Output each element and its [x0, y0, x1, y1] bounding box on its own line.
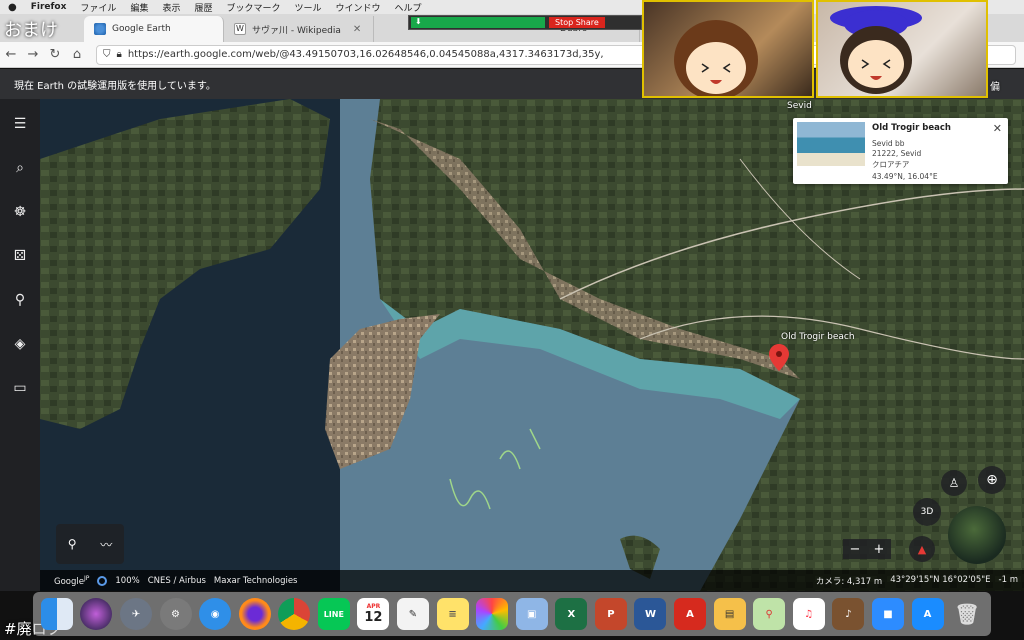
url-text: https://earth.google.com/web/@43.4915070… — [127, 49, 604, 60]
card-address-line3: クロアチア — [872, 160, 910, 169]
place-mark-icon[interactable]: ⚲ — [68, 537, 77, 551]
my-places-icon[interactable]: ⚲ — [9, 289, 31, 311]
zoom-controls: − + — [843, 539, 891, 559]
path-icon[interactable]: 〰 — [100, 536, 112, 553]
zoom-share-indicator[interactable]: ⬇ — [411, 17, 545, 28]
finder-icon[interactable] — [40, 598, 73, 630]
compass-icon[interactable]: ▲ — [909, 536, 935, 562]
forward-icon[interactable]: → — [22, 44, 44, 66]
trash-icon[interactable]: 🗑︎ — [951, 598, 983, 630]
credit-maxar: Maxar Technologies — [213, 575, 298, 586]
bottom-left-tools: ⚲ 〰 — [56, 524, 124, 564]
card-title: Old Trogir beach — [872, 123, 951, 133]
tab-google-earth[interactable]: Google Earth — [84, 16, 224, 42]
notes-icon[interactable]: ≡ — [436, 598, 469, 630]
voyager-icon[interactable]: ☸ — [9, 201, 31, 223]
line-icon[interactable]: LINE — [317, 598, 350, 630]
reload-icon[interactable]: ↻ — [44, 44, 66, 66]
menu-tools[interactable]: ツール — [295, 1, 322, 14]
menu-icon[interactable]: ☰ — [9, 113, 31, 135]
close-icon[interactable]: ✕ — [993, 122, 1002, 135]
lock-icon: 🔒︎ — [116, 49, 122, 60]
card-coords: 43.49°N, 16.04°E — [872, 172, 938, 181]
measure-icon[interactable]: ▭ — [9, 377, 31, 399]
menubar-app-name[interactable]: Firefox — [31, 2, 67, 12]
menu-edit[interactable]: 編集 — [130, 1, 148, 14]
menu-view[interactable]: 表示 — [162, 1, 180, 14]
keynote-icon[interactable]: ▤ — [713, 598, 746, 630]
word-icon[interactable]: W — [634, 598, 667, 630]
stop-share-button[interactable]: Stop Share — [549, 17, 605, 28]
zoom-share-bar: ⬇ Stop Share — [408, 15, 642, 30]
google-logo: GoogleJP — [54, 574, 90, 587]
tab-wikipedia[interactable]: W サヴァ川 - Wikipedia ✕ — [224, 16, 374, 42]
apple-icon[interactable]: ● — [8, 2, 17, 13]
launchpad-icon[interactable]: ✈ — [119, 598, 152, 630]
garageband-icon[interactable]: ♪ — [832, 598, 865, 630]
textedit-icon[interactable]: ✎ — [396, 598, 429, 630]
map-style-icon[interactable]: ◈ — [9, 333, 31, 355]
calendar-icon[interactable]: APR 12 — [357, 598, 390, 630]
firefox-icon[interactable] — [238, 598, 271, 630]
photos-icon[interactable] — [476, 598, 509, 630]
home-icon[interactable]: ⌂ — [66, 44, 88, 66]
map-statusbar: GoogleJP 100% CNES / Airbus Maxar Techno… — [40, 570, 1024, 591]
webcam-tile-2 — [816, 0, 988, 98]
acrobat-icon[interactable]: A — [674, 598, 707, 630]
siri-icon[interactable] — [80, 598, 113, 630]
ground-elevation: -1 m — [998, 574, 1018, 585]
search-icon[interactable]: ⌕ — [9, 157, 31, 179]
tab-title: サヴァ川 - Wikipedia — [252, 25, 341, 36]
load-percent: 100% — [115, 575, 140, 586]
top-right-hint: 偏 — [990, 82, 1000, 93]
place-info-card[interactable]: Old Trogir beach Sevid bb 21222, Sevid ク… — [793, 118, 1008, 184]
place-photo[interactable] — [797, 122, 865, 166]
close-tab-icon[interactable]: ✕ — [353, 24, 361, 35]
screen: ● Firefox ファイル 編集 表示 履歴 ブックマーク ツール ウインドウ… — [0, 0, 1024, 640]
feeling-lucky-icon[interactable]: ⚄ — [9, 245, 31, 267]
webcam-tile-1 — [642, 0, 814, 98]
globe-minimap[interactable] — [948, 506, 1006, 564]
card-address-line1: Sevid bb — [872, 139, 905, 148]
credit-cnes: CNES / Airbus — [147, 575, 206, 586]
excel-icon[interactable]: X — [555, 598, 588, 630]
back-icon[interactable]: ← — [0, 44, 22, 66]
card-address-line2: 21222, Sevid — [872, 149, 922, 158]
menu-bookmarks[interactable]: ブックマーク — [226, 1, 280, 14]
place-label-sevid: Sevid — [787, 101, 812, 111]
zoom-in-icon[interactable]: + — [874, 542, 885, 557]
google-earth-favicon-icon — [94, 23, 106, 35]
app-store-icon[interactable]: A — [911, 598, 944, 630]
menu-window[interactable]: ウインドウ — [336, 1, 381, 14]
zoom-out-icon[interactable]: − — [850, 542, 861, 557]
loading-ring-icon — [97, 575, 108, 586]
safari-icon[interactable]: ◉ — [199, 598, 232, 630]
place-label-old-trogir-beach[interactable]: Old Trogir beach — [781, 332, 855, 342]
system-preferences-icon[interactable]: ⚙ — [159, 598, 192, 630]
chrome-icon[interactable] — [278, 598, 311, 630]
menu-file[interactable]: ファイル — [80, 1, 116, 14]
maps-icon[interactable]: ⚲ — [753, 598, 786, 630]
tab-title: Google Earth — [112, 24, 171, 34]
caption-omake: おまけ — [4, 20, 58, 41]
my-location-icon[interactable]: ⊕ — [978, 466, 1006, 494]
menu-history[interactable]: 履歴 — [194, 1, 212, 14]
pegman-icon[interactable]: ♙ — [941, 470, 967, 496]
earth-sidebar: ☰ ⌕ ☸ ⚄ ⚲ ◈ ▭ — [0, 99, 40, 591]
powerpoint-icon[interactable]: P — [594, 598, 627, 630]
toggle-3d-button[interactable]: 3D — [913, 498, 941, 526]
cursor-coords: 43°29'15"N 16°02'05"E — [890, 574, 991, 585]
camera-altitude: カメラ: 4,317 m — [815, 576, 883, 587]
mac-dock: ✈ ⚙ ◉ LINE APR 12 ✎ ≡ ▣ X P W A ▤ ⚲ ♫ ♪ … — [33, 592, 991, 636]
preview-icon[interactable]: ▣ — [515, 598, 548, 630]
avatar-2 — [830, 6, 922, 94]
music-icon[interactable]: ♫ — [792, 598, 825, 630]
avatar-1 — [674, 20, 758, 96]
zoom-icon[interactable]: ■ — [871, 598, 904, 630]
shield-icon: ⛉ — [103, 49, 111, 60]
menu-help[interactable]: ヘルプ — [395, 1, 422, 14]
